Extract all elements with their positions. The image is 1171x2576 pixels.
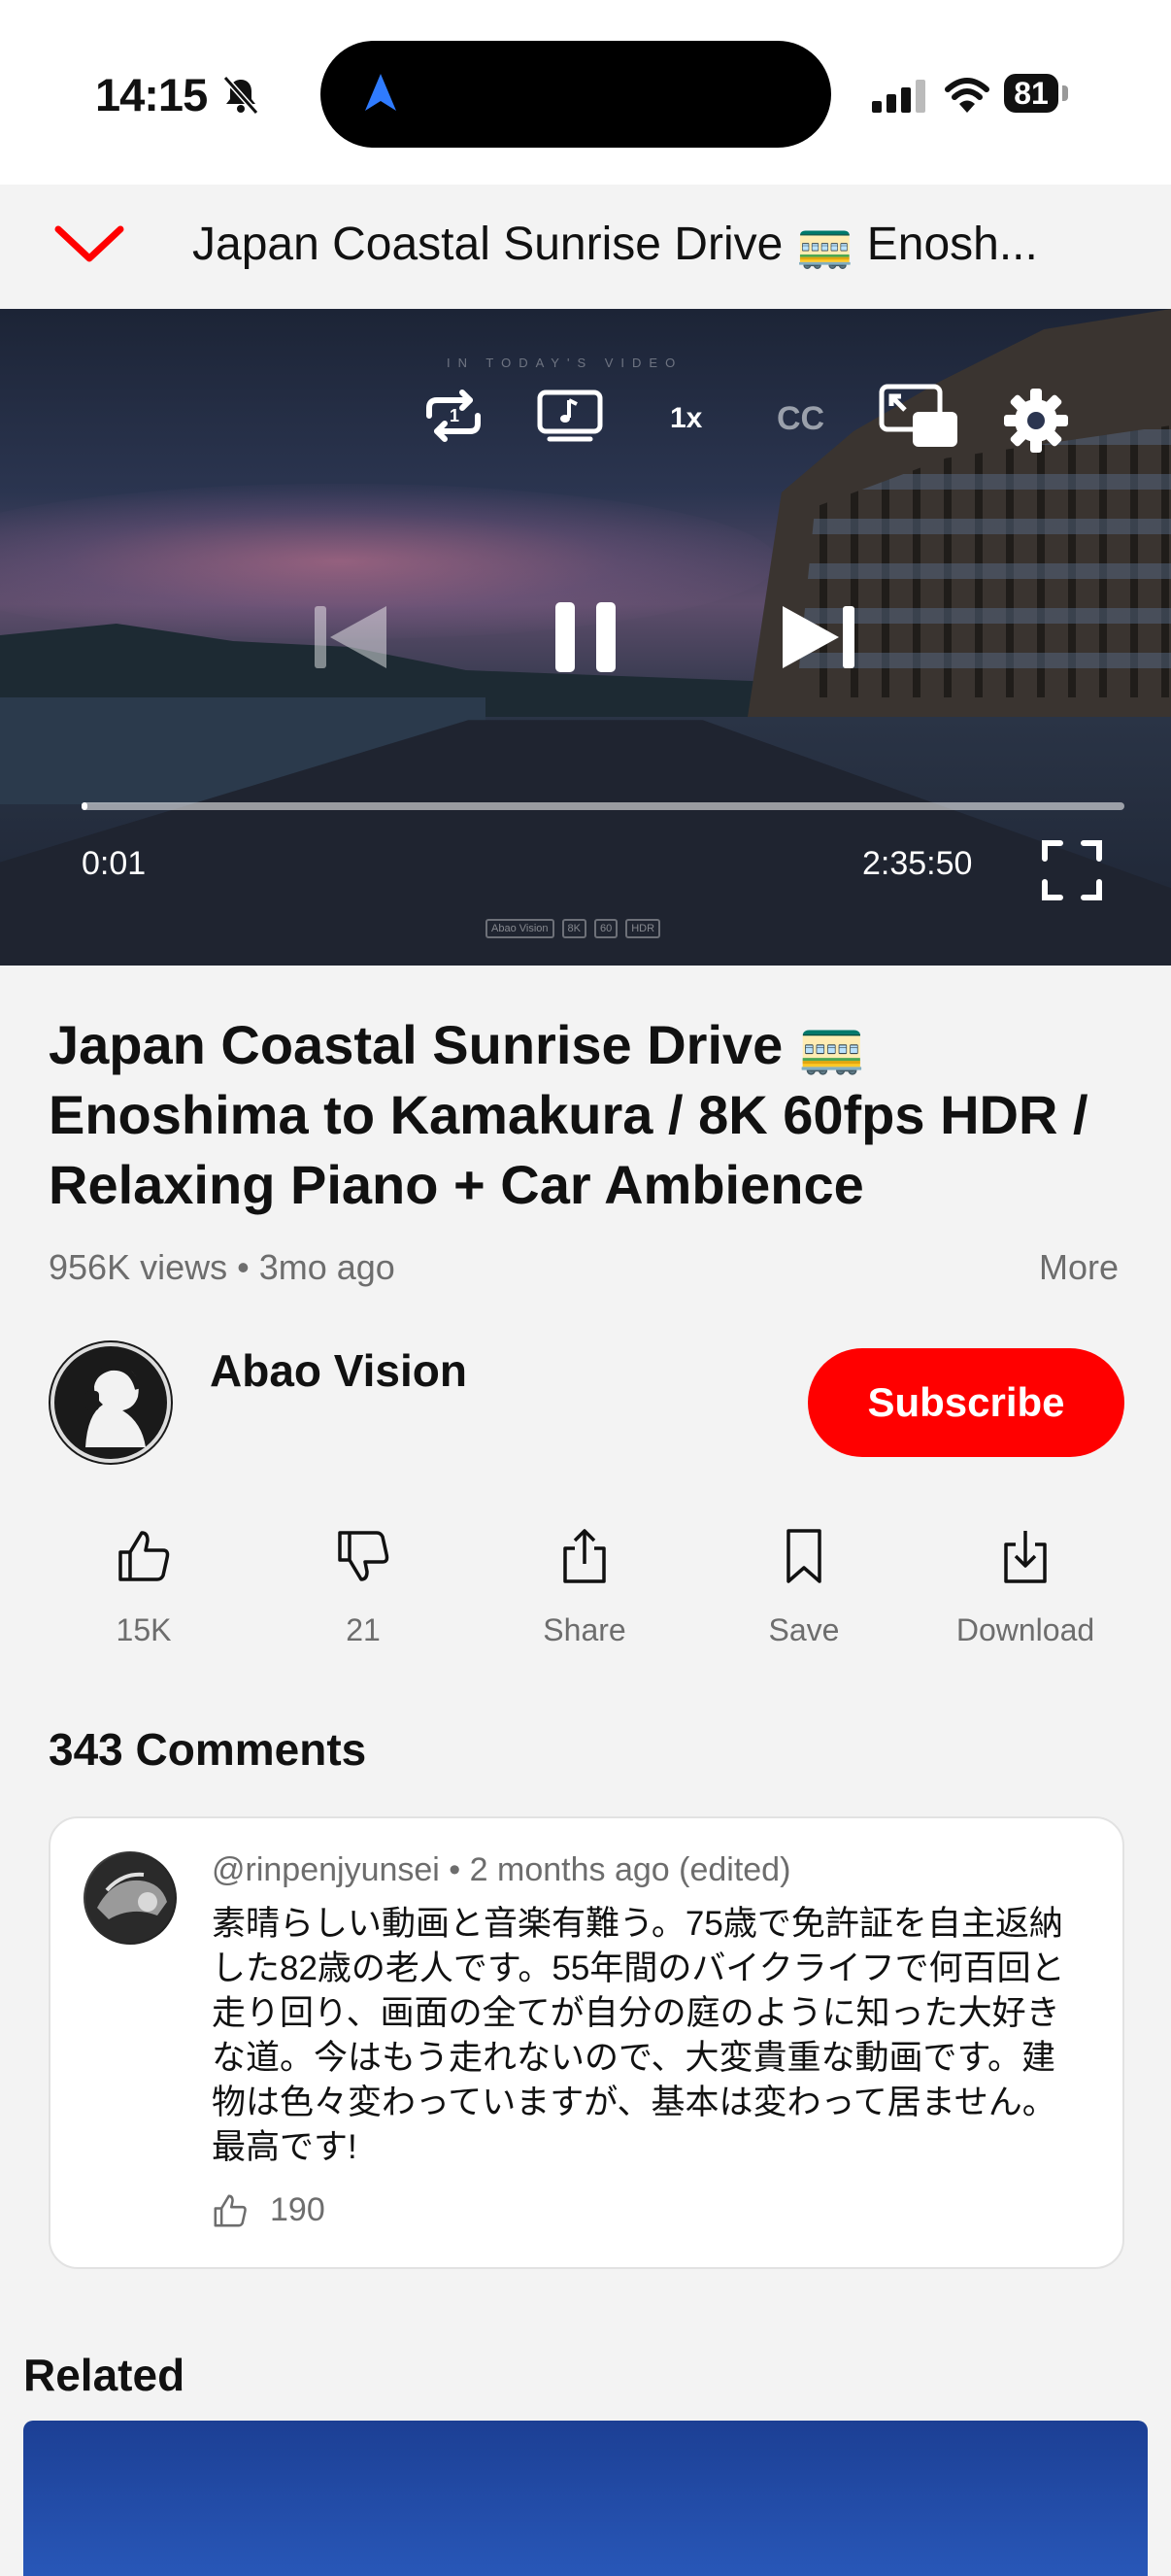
audio-mode-icon[interactable] xyxy=(536,389,604,443)
previous-icon[interactable] xyxy=(313,602,390,672)
comment-like-count: 190 xyxy=(270,2191,325,2228)
comment-author-meta: @rinpenjyunsei • 2 months ago (edited) xyxy=(212,1851,791,1888)
comment-like[interactable]: 190 xyxy=(212,2191,325,2229)
save-label: Save xyxy=(768,1612,840,1647)
watermark-hdr: HDR xyxy=(625,919,661,938)
commenter-avatar xyxy=(84,1851,177,1945)
next-icon[interactable] xyxy=(779,602,856,672)
watermark-8k: 8K xyxy=(561,919,586,938)
minimize-chevron-down-icon[interactable] xyxy=(52,216,126,270)
battery-cap xyxy=(1062,85,1068,101)
cellular-signal-icon xyxy=(872,80,925,113)
like-count: 15K xyxy=(116,1612,172,1647)
motorcycle-icon xyxy=(85,1853,175,1943)
wifi-icon xyxy=(945,78,989,113)
like-button[interactable]: 15K xyxy=(47,1517,241,1648)
settings-gear-icon[interactable] xyxy=(1002,387,1070,455)
download-label: Download xyxy=(955,1612,1095,1647)
current-time: 0:01 xyxy=(82,845,147,882)
comments-header[interactable]: 343 Comments xyxy=(49,1723,366,1776)
thumbs-down-icon xyxy=(338,1531,389,1581)
intro-text: IN TODAY'S VIDEO xyxy=(447,356,684,370)
share-icon xyxy=(563,1529,606,1583)
video-meta: 956K views • 3mo ago xyxy=(49,1247,395,1287)
video-title: Japan Coastal Sunrise Drive 🚃 Enoshima t… xyxy=(49,1014,1088,1215)
bookmark-icon xyxy=(786,1529,821,1583)
loop-icon[interactable]: 1 xyxy=(419,387,487,445)
channel-avatar[interactable] xyxy=(49,1340,173,1465)
channel-logo-icon xyxy=(50,1342,171,1463)
svg-text:1: 1 xyxy=(450,406,459,425)
related-header: Related xyxy=(23,2350,185,2400)
download-icon xyxy=(1004,1531,1047,1583)
battery-indicator: 81 xyxy=(1004,74,1058,113)
download-button[interactable]: Download xyxy=(928,1517,1122,1648)
status-time: 14:15 xyxy=(95,69,208,120)
dislike-count: 21 xyxy=(346,1612,381,1647)
picture-in-picture-icon[interactable] xyxy=(878,383,961,451)
subscribe-button[interactable]: Subscribe xyxy=(808,1348,1124,1457)
save-button[interactable]: Save xyxy=(707,1517,901,1648)
navigation-arrow-icon xyxy=(365,74,396,111)
duration: 2:35:50 xyxy=(862,845,973,882)
related-video-thumbnail[interactable] xyxy=(23,2421,1148,2576)
watermark-logo: Abao Vision xyxy=(485,919,554,938)
share-label: Share xyxy=(543,1612,626,1647)
share-button[interactable]: Share xyxy=(487,1517,682,1648)
captions-button[interactable]: CC xyxy=(777,400,824,438)
watermark-60: 60 xyxy=(593,919,619,938)
pause-icon[interactable] xyxy=(553,600,618,674)
status-bar: 14:15 81 xyxy=(0,0,1171,185)
channel-name[interactable]: Abao Vision xyxy=(210,1344,467,1397)
silent-bell-icon xyxy=(222,76,259,115)
top-comment-card[interactable]: @rinpenjyunsei • 2 months ago (edited) 素… xyxy=(49,1816,1124,2269)
header-video-title: Japan Coastal Sunrise Drive 🚃 Enosh... xyxy=(192,219,1038,270)
thumbs-up-icon xyxy=(214,2194,247,2226)
video-player[interactable]: IN TODAY'S VIDEO 1 1x CC 0:01 2:35:50 Ab… xyxy=(0,309,1171,966)
more-button[interactable]: More xyxy=(1039,1247,1119,1288)
progress-fill xyxy=(82,802,87,810)
dislike-button[interactable]: 21 xyxy=(266,1517,460,1648)
playback-speed-button[interactable]: 1x xyxy=(670,402,702,435)
comment-text: 素晴らしい動画と音楽有難う。75歳で免許証を自主返納した82歳の老人です。55年… xyxy=(212,1905,1065,2166)
watermark-badges: Abao Vision 8K 60 HDR xyxy=(485,919,661,938)
thumbs-up-icon xyxy=(118,1531,170,1581)
fullscreen-icon[interactable] xyxy=(1041,839,1103,901)
dynamic-island xyxy=(320,41,831,148)
progress-bar[interactable] xyxy=(82,802,1124,810)
